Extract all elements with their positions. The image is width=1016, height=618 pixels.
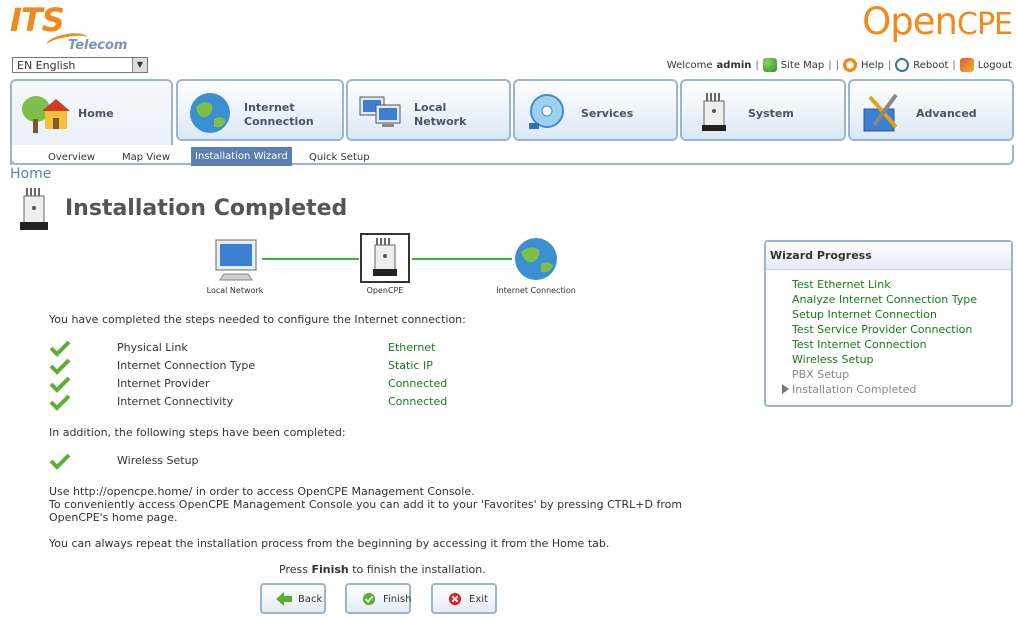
tab-local-network[interactable]: Local Network bbox=[346, 79, 511, 141]
wizard-step: Setup Internet Connection bbox=[792, 308, 937, 321]
reboot-icon[interactable] bbox=[895, 58, 910, 72]
tab-services[interactable]: Services bbox=[513, 79, 678, 141]
tab-system[interactable]: System bbox=[680, 79, 846, 141]
info-line: OpenCPE's home page. bbox=[49, 511, 178, 524]
tab-advanced-label: Advanced bbox=[916, 107, 977, 120]
wizard-step: Analyze Internet Connection Type bbox=[792, 293, 978, 306]
welcome-text: Welcome bbox=[666, 59, 713, 71]
wizard-progress-panel: Wizard Progress Test Ethernet Link Analy… bbox=[764, 240, 1013, 407]
wizard-step: Test Service Provider Connection bbox=[792, 323, 973, 336]
language-select-value: EN English bbox=[17, 59, 76, 72]
top-links-bar: Welcome admin | Site Map | | Help | Rebo… bbox=[666, 58, 1012, 72]
wizard-step-current: Installation Completed bbox=[792, 383, 917, 396]
finish-check-icon bbox=[362, 592, 376, 606]
subnav-overview[interactable]: Overview bbox=[44, 150, 99, 166]
current-user: admin bbox=[716, 59, 752, 71]
site-map-icon[interactable] bbox=[762, 58, 777, 72]
logout-link[interactable]: Logout bbox=[978, 60, 1012, 71]
exit-button-label: Exit bbox=[469, 594, 488, 605]
help-link[interactable]: Help bbox=[861, 60, 884, 71]
logout-icon[interactable] bbox=[959, 58, 974, 72]
its-telecom-logo: ITS Telecom bbox=[10, 1, 140, 53]
tab-local-label-2: Network bbox=[414, 115, 467, 128]
current-step-arrow-icon bbox=[782, 384, 789, 394]
finish-button-label: Finish bbox=[383, 594, 412, 605]
its-logo-text: ITS bbox=[10, 1, 65, 39]
breadcrumb[interactable]: Home bbox=[10, 166, 51, 182]
status-label: Internet Connection Type bbox=[117, 359, 256, 372]
diagram-opencpe-label: OpenCPE bbox=[366, 286, 404, 295]
exit-x-icon bbox=[448, 592, 462, 606]
tools-icon bbox=[863, 93, 898, 132]
globe-icon bbox=[515, 238, 557, 280]
its-logo-subtext: Telecom bbox=[68, 38, 128, 53]
opencpe-logo-cpe: CPE bbox=[957, 7, 1013, 42]
diagram-local-network-label: Local Network bbox=[206, 286, 264, 295]
wizard-progress-title: Wizard Progress bbox=[766, 242, 1011, 270]
status-label: Internet Connectivity bbox=[117, 395, 234, 408]
back-arrow-icon bbox=[276, 592, 292, 606]
additional-step-label: Wireless Setup bbox=[117, 454, 199, 467]
opencpe-logo: OpenCPE bbox=[862, 0, 1013, 43]
tab-advanced[interactable]: Advanced bbox=[848, 79, 1014, 141]
finish-prompt-bold: Finish bbox=[311, 563, 349, 576]
connection-line bbox=[262, 258, 359, 260]
intro-text: You have completed the steps needed to c… bbox=[49, 313, 466, 326]
finish-button[interactable]: Finish bbox=[345, 583, 411, 614]
back-button[interactable]: Back bbox=[260, 583, 326, 614]
checkmark-icon bbox=[49, 340, 71, 357]
reboot-link[interactable]: Reboot bbox=[913, 60, 948, 71]
back-button-label: Back bbox=[298, 594, 323, 605]
home-icon bbox=[22, 96, 70, 133]
tab-internet-label-1: Internet bbox=[244, 101, 295, 114]
checkmark-icon bbox=[49, 453, 71, 470]
wizard-step: Test Internet Connection bbox=[792, 338, 927, 351]
repeat-text: You can always repeat the installation p… bbox=[49, 537, 610, 550]
tab-internet-label-2: Connection bbox=[244, 115, 314, 128]
router-icon bbox=[702, 93, 726, 131]
diagram-internet-label: Internet Connection bbox=[496, 286, 576, 295]
status-value: Ethernet bbox=[388, 341, 436, 354]
chevron-down-icon[interactable]: ▼ bbox=[132, 58, 147, 72]
status-label: Physical Link bbox=[117, 341, 188, 354]
finish-prompt: Press Finish to finish the installation. bbox=[279, 563, 486, 576]
language-select[interactable]: EN English ▼ bbox=[12, 57, 148, 73]
tab-home-label: Home bbox=[78, 107, 114, 120]
status-value: Connected bbox=[388, 395, 448, 408]
services-disc-icon bbox=[529, 94, 564, 129]
status-label: Internet Provider bbox=[117, 377, 210, 390]
tab-system-label: System bbox=[748, 107, 794, 120]
opencpe-device-frame bbox=[360, 233, 410, 283]
wizard-step: PBX Setup bbox=[792, 368, 850, 381]
finish-prompt-post: to finish the installation. bbox=[348, 563, 486, 576]
opencpe-logo-open: Open bbox=[862, 0, 958, 43]
wizard-step: Wireless Setup bbox=[792, 353, 874, 366]
subnav-map-view[interactable]: Map View bbox=[118, 150, 174, 166]
status-value: Connected bbox=[388, 377, 448, 390]
checkmark-icon bbox=[49, 376, 71, 393]
help-icon[interactable] bbox=[843, 58, 858, 72]
subnav-quick-setup[interactable]: Quick Setup bbox=[305, 150, 374, 166]
checkmark-icon bbox=[49, 358, 71, 375]
connection-line bbox=[412, 258, 512, 260]
computers-icon bbox=[359, 96, 401, 127]
tab-internet-connection[interactable]: Internet Connection bbox=[176, 79, 344, 141]
info-line: Use http://opencpe.home/ in order to acc… bbox=[49, 485, 475, 498]
checkmark-icon bbox=[49, 394, 71, 411]
site-map-link[interactable]: Site Map bbox=[781, 60, 824, 71]
page-title: Installation Completed bbox=[65, 196, 348, 221]
subnav-installation-wizard[interactable]: Installation Wizard bbox=[191, 147, 292, 166]
router-icon bbox=[20, 188, 48, 230]
status-value: Static IP bbox=[388, 359, 433, 372]
exit-button[interactable]: Exit bbox=[431, 583, 497, 614]
local-network-icon bbox=[215, 239, 257, 281]
finish-prompt-pre: Press bbox=[279, 563, 312, 576]
globe-icon bbox=[190, 93, 230, 133]
tab-local-label-1: Local bbox=[414, 101, 447, 114]
wizard-step: Test Ethernet Link bbox=[792, 278, 891, 291]
router-icon bbox=[373, 238, 397, 276]
addition-text: In addition, the following steps have be… bbox=[49, 426, 346, 439]
tab-services-label: Services bbox=[581, 107, 634, 120]
info-line: To conveniently access OpenCPE Managemen… bbox=[49, 498, 683, 511]
